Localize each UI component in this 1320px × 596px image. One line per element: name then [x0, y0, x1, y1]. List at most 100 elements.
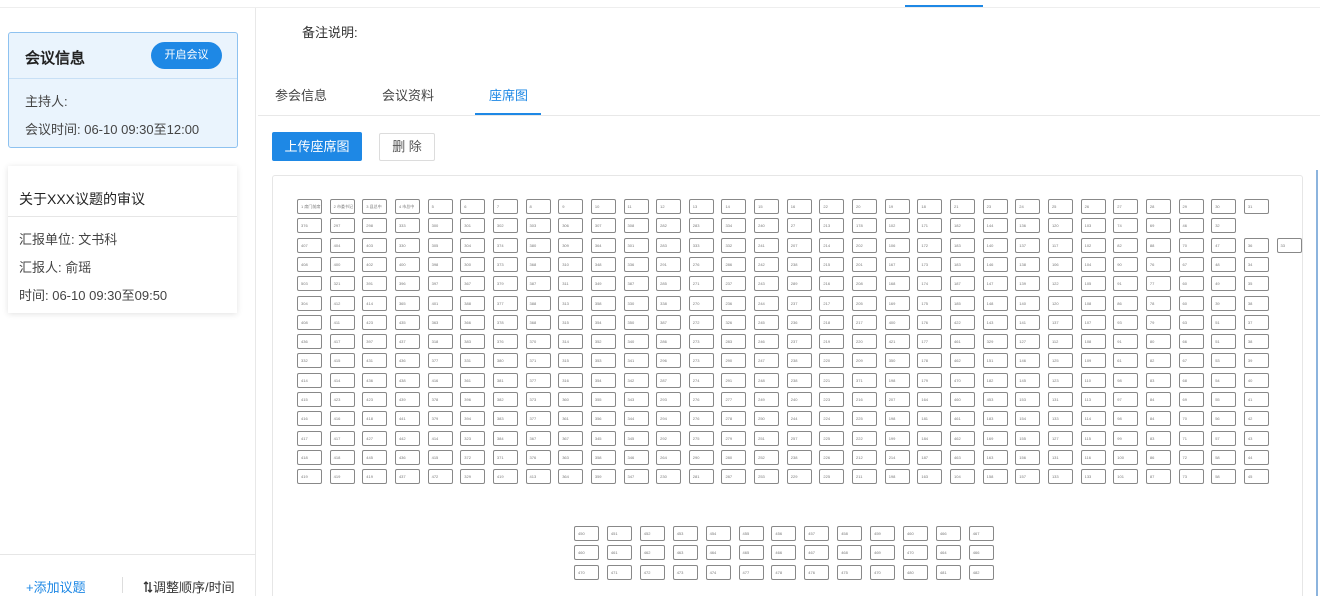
seat: 187	[950, 276, 975, 292]
seat: 431	[362, 353, 388, 369]
stage-seat: 469	[870, 545, 896, 561]
seat: 350	[884, 353, 910, 369]
seat: 93	[1113, 314, 1139, 330]
seat: 39	[1243, 353, 1269, 369]
seat: 38	[1243, 295, 1269, 311]
remark-label: 备注说明:	[302, 25, 358, 40]
add-topic-button[interactable]: +添加议题	[26, 577, 86, 596]
seat: 272	[688, 314, 714, 330]
seat: 270	[688, 295, 714, 311]
seat: 71	[1178, 430, 1204, 446]
seat: 225	[819, 430, 845, 446]
seat: 136	[1015, 218, 1041, 234]
seat: 173	[917, 256, 943, 272]
seat: 283	[656, 237, 682, 253]
seat: 427	[362, 430, 388, 446]
seat: 182	[982, 372, 1008, 388]
stage-seat: 477	[738, 564, 764, 580]
seat: 412	[329, 295, 355, 311]
seat: 198	[884, 469, 910, 485]
bottom-divider	[122, 577, 123, 593]
seat: 305	[427, 237, 453, 253]
stage-seat: 456	[771, 526, 797, 541]
stage-seat: 453	[672, 526, 698, 541]
seat: 415	[427, 449, 453, 465]
seat: 133	[1047, 469, 1073, 485]
seat: 382	[492, 392, 518, 407]
meeting-info-title: 会议信息	[25, 50, 86, 67]
seat: 199	[884, 430, 910, 446]
seat: 22	[819, 199, 845, 214]
seat: 57	[1211, 430, 1237, 446]
adjust-order-label: 调整顺序/时间	[153, 580, 235, 595]
adjust-order-button[interactable]: 调整顺序/时间	[143, 577, 235, 596]
seat: 187	[917, 449, 943, 465]
seat: 271	[688, 276, 714, 292]
seat: 198	[884, 411, 910, 427]
topic-title: 关于XXX议题的审议	[19, 191, 146, 207]
seat: 387	[623, 276, 649, 292]
seat: 2 市委书记	[329, 199, 355, 214]
seat: 108	[1080, 334, 1106, 350]
seat: 141	[1015, 314, 1041, 330]
seat: 174	[917, 276, 943, 292]
seat: 251	[754, 430, 780, 446]
topic-card[interactable]: 关于XXX议题的审议 汇报单位: 文书科 汇报人: 俞瑶 时间: 06-10 0…	[8, 166, 237, 313]
seat: 76	[1145, 256, 1171, 272]
seat: 238	[786, 449, 812, 465]
seat: 414	[297, 372, 322, 388]
seat: 356	[590, 411, 616, 427]
seat: 72	[1178, 449, 1204, 465]
seat: 349	[590, 276, 616, 292]
tab-meeting-materials[interactable]: 会议资料	[382, 85, 434, 104]
seat: 169	[884, 295, 910, 311]
seat: 417	[329, 430, 355, 446]
seat: 248	[754, 372, 780, 388]
stage-seat: 464	[705, 545, 731, 561]
start-meeting-button[interactable]: 开启会议	[151, 42, 222, 69]
seat: 44	[1243, 449, 1269, 465]
seat: 91	[1113, 276, 1139, 292]
seat: 104	[950, 469, 975, 485]
seat: 48	[1211, 256, 1237, 272]
seat: 84	[1145, 411, 1171, 427]
seat: 331	[460, 353, 486, 369]
seat: 51	[1211, 314, 1237, 330]
seat: 133	[1080, 469, 1106, 485]
seat: 330	[394, 237, 420, 253]
seat: 277	[721, 392, 747, 407]
stage-seat: 481	[935, 564, 961, 580]
seat: 437	[394, 334, 420, 350]
seat: 36	[1243, 237, 1269, 253]
seat: 68	[1178, 372, 1204, 388]
stage-seat: 465	[738, 545, 764, 561]
tab-seating-chart[interactable]: 座席图	[489, 85, 528, 104]
seat: 387	[525, 276, 551, 292]
active-tab-indicator	[475, 113, 541, 115]
seat: 58	[1211, 469, 1237, 485]
seat: 164	[917, 392, 943, 407]
tab-attendee-info[interactable]: 参会信息	[275, 85, 327, 104]
scrollbar[interactable]	[1316, 170, 1318, 596]
stage-seat: 466	[935, 526, 961, 541]
seat: 175	[917, 295, 943, 311]
topic-time: 时间: 06-10 09:30至09:50	[19, 288, 168, 303]
seat: 283	[688, 218, 714, 234]
seat: 381	[492, 372, 518, 388]
seat: 108	[1080, 295, 1106, 311]
seat: 151	[982, 353, 1008, 369]
seat: 329	[982, 334, 1008, 350]
delete-button[interactable]: 删 除	[379, 133, 435, 161]
top-nav-strip	[0, 0, 1320, 8]
seat: 168	[884, 276, 910, 292]
seat: 354	[590, 372, 616, 388]
stage-seat: 457	[804, 526, 830, 541]
seat: 436	[362, 372, 388, 388]
seat: 304	[297, 295, 322, 311]
stage-seat: 476	[804, 564, 830, 580]
seat: 414	[362, 295, 388, 311]
seat: 54	[1211, 372, 1237, 388]
seat: 102	[1080, 237, 1106, 253]
seat: 377	[525, 372, 551, 388]
upload-seating-chart-button[interactable]: 上传座席图	[272, 132, 362, 161]
